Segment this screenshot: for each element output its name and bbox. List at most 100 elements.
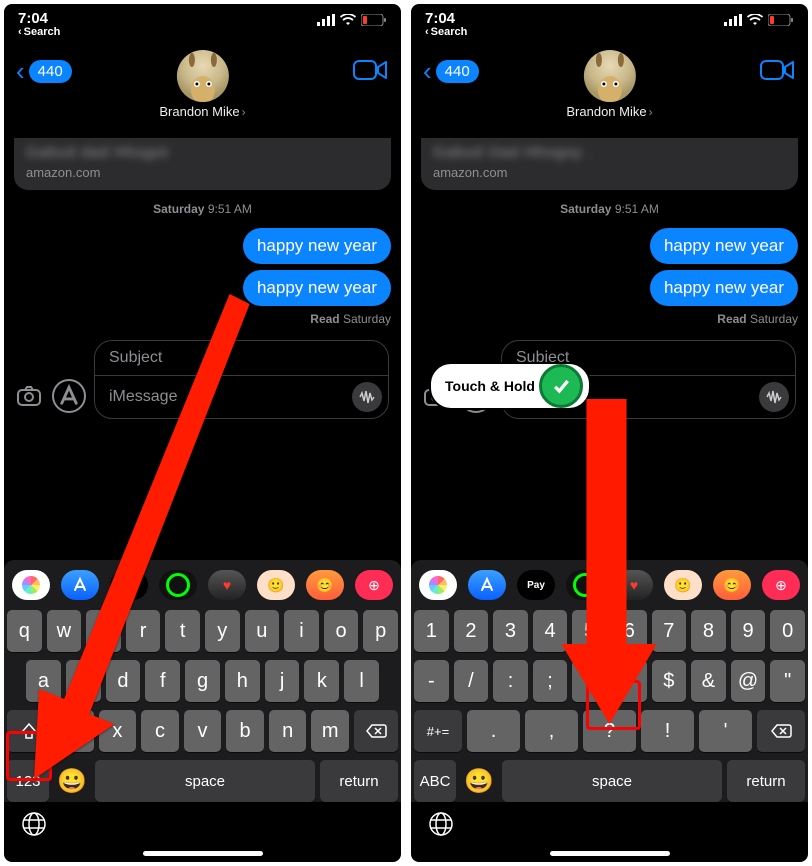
- key-rparen[interactable]: ): [612, 660, 647, 702]
- key-quote[interactable]: ": [770, 660, 805, 702]
- key-r[interactable]: r: [126, 610, 161, 652]
- app-apple-pay[interactable]: Pay: [517, 570, 555, 600]
- key-i[interactable]: i: [284, 610, 319, 652]
- app-photos[interactable]: [419, 570, 457, 600]
- contact-name[interactable]: Brandon Mike ›: [159, 104, 245, 119]
- key-b[interactable]: b: [226, 710, 264, 752]
- globe-icon[interactable]: [20, 810, 48, 843]
- app-photos[interactable]: [12, 570, 50, 600]
- app-imessage-store[interactable]: [61, 570, 99, 600]
- key-f[interactable]: f: [145, 660, 180, 702]
- key-123[interactable]: 123: [7, 760, 49, 802]
- sent-message[interactable]: happy new year: [650, 270, 798, 306]
- key-semicolon[interactable]: ;: [533, 660, 568, 702]
- key-j[interactable]: j: [265, 660, 300, 702]
- key-k[interactable]: k: [304, 660, 339, 702]
- key-y[interactable]: y: [205, 610, 240, 652]
- link-preview-card[interactable]: Gabud dad Hhogot amazon.com: [14, 138, 391, 190]
- key-emoji[interactable]: 😀: [54, 760, 90, 802]
- sent-message[interactable]: happy new year: [243, 270, 391, 306]
- key-symbols[interactable]: #+=: [414, 710, 462, 752]
- key-comma[interactable]: ,: [525, 710, 578, 752]
- key-at[interactable]: @: [731, 660, 766, 702]
- app-animoji[interactable]: 😊: [713, 570, 751, 600]
- key-n[interactable]: n: [269, 710, 307, 752]
- facetime-button[interactable]: [760, 58, 796, 87]
- key-colon[interactable]: :: [493, 660, 528, 702]
- key-return[interactable]: return: [320, 760, 398, 802]
- globe-icon[interactable]: [427, 810, 455, 843]
- back-search-link[interactable]: ‹ Search: [425, 26, 467, 38]
- key-a[interactable]: a: [26, 660, 61, 702]
- home-indicator[interactable]: [143, 851, 263, 856]
- key-space[interactable]: space: [95, 760, 315, 802]
- app-strip[interactable]: Pay ♥ 🙂 😊 ⊕: [411, 560, 808, 606]
- key-period[interactable]: .: [467, 710, 520, 752]
- home-indicator[interactable]: [550, 851, 670, 856]
- app-fitness[interactable]: [159, 570, 197, 600]
- contact-avatar[interactable]: [584, 50, 636, 102]
- key-5[interactable]: 5: [572, 610, 607, 652]
- message-input[interactable]: iMessage: [109, 388, 352, 406]
- key-amp[interactable]: &: [691, 660, 726, 702]
- back-button[interactable]: ‹ 440: [16, 58, 72, 84]
- key-9[interactable]: 9: [731, 610, 766, 652]
- app-fitness[interactable]: [566, 570, 604, 600]
- back-search-link[interactable]: ‹ Search: [18, 26, 60, 38]
- contact-avatar[interactable]: [177, 50, 229, 102]
- key-w[interactable]: w: [47, 610, 82, 652]
- app-animoji[interactable]: 😊: [306, 570, 344, 600]
- key-return[interactable]: return: [727, 760, 805, 802]
- key-x[interactable]: x: [99, 710, 137, 752]
- app-memoji[interactable]: 🙂: [664, 570, 702, 600]
- contact-name[interactable]: Brandon Mike ›: [566, 104, 652, 119]
- link-preview-card[interactable]: Gabud Oad Hhogoy . amazon.com: [421, 138, 798, 190]
- app-strip[interactable]: Pay ♥ 🙂 😊 ⊕: [4, 560, 401, 606]
- key-2[interactable]: 2: [454, 610, 489, 652]
- key-6[interactable]: 6: [612, 610, 647, 652]
- key-d[interactable]: d: [106, 660, 141, 702]
- app-health[interactable]: ♥: [615, 570, 653, 600]
- dictation-button[interactable]: [352, 382, 382, 412]
- key-l[interactable]: l: [344, 660, 379, 702]
- key-0[interactable]: 0: [770, 610, 805, 652]
- key-exclaim[interactable]: !: [641, 710, 694, 752]
- key-space[interactable]: space: [502, 760, 722, 802]
- key-7[interactable]: 7: [652, 610, 687, 652]
- key-s[interactable]: s: [66, 660, 101, 702]
- key-4[interactable]: 4: [533, 610, 568, 652]
- key-e[interactable]: e: [86, 610, 121, 652]
- key-8[interactable]: 8: [691, 610, 726, 652]
- key-g[interactable]: g: [185, 660, 220, 702]
- sent-message[interactable]: happy new year: [243, 228, 391, 264]
- app-health[interactable]: ♥: [208, 570, 246, 600]
- key-1[interactable]: 1: [414, 610, 449, 652]
- sent-message[interactable]: happy new year: [650, 228, 798, 264]
- key-t[interactable]: t: [165, 610, 200, 652]
- key-c[interactable]: c: [141, 710, 179, 752]
- key-h[interactable]: h: [225, 660, 260, 702]
- key-abc[interactable]: ABC: [414, 760, 456, 802]
- key-3[interactable]: 3: [493, 610, 528, 652]
- key-q[interactable]: q: [7, 610, 42, 652]
- app-hashtag[interactable]: ⊕: [762, 570, 800, 600]
- key-emoji[interactable]: 😀: [461, 760, 497, 802]
- app-memoji[interactable]: 🙂: [257, 570, 295, 600]
- key-slash[interactable]: /: [454, 660, 489, 702]
- app-hashtag[interactable]: ⊕: [355, 570, 393, 600]
- key-p[interactable]: p: [363, 610, 398, 652]
- key-question[interactable]: ?: [583, 710, 636, 752]
- key-o[interactable]: o: [324, 610, 359, 652]
- key-dollar[interactable]: $: [652, 660, 687, 702]
- app-imessage-store[interactable]: [468, 570, 506, 600]
- key-v[interactable]: v: [184, 710, 222, 752]
- back-button[interactable]: ‹ 440: [423, 58, 479, 84]
- facetime-button[interactable]: [353, 58, 389, 87]
- camera-icon[interactable]: [16, 383, 42, 409]
- key-dash[interactable]: -: [414, 660, 449, 702]
- key-u[interactable]: u: [245, 610, 280, 652]
- key-backspace[interactable]: [757, 710, 805, 752]
- key-z[interactable]: z: [56, 710, 94, 752]
- dictation-button[interactable]: [759, 382, 789, 412]
- key-backspace[interactable]: [354, 710, 398, 752]
